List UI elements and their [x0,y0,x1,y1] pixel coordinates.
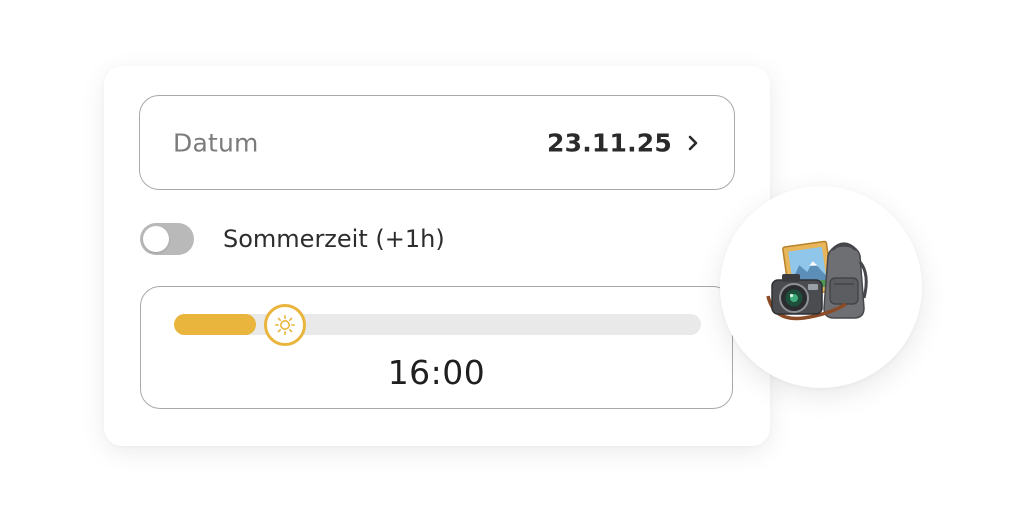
time-slider-track[interactable] [174,303,701,346]
dst-toggle-label: Sommerzeit (+1h) [223,225,445,253]
toggle-knob [143,226,169,252]
time-slider-fill [174,314,256,335]
chevron-right-icon [688,135,698,150]
date-field[interactable]: Datum 23.11.25 [139,95,735,190]
time-box: 16:00 [140,286,733,409]
camera-backpack-icon [766,240,868,321]
date-label: Datum [173,128,259,157]
date-value: 23.11.25 [547,128,672,157]
time-slider-thumb[interactable] [263,303,306,346]
screen: Datum 23.11.25 Sommerzeit (+1h) 16:00 [0,0,1017,506]
travel-badge [720,186,922,388]
sun-icon [274,314,295,335]
dst-toggle[interactable] [140,223,194,255]
time-value: 16:00 [387,353,486,392]
